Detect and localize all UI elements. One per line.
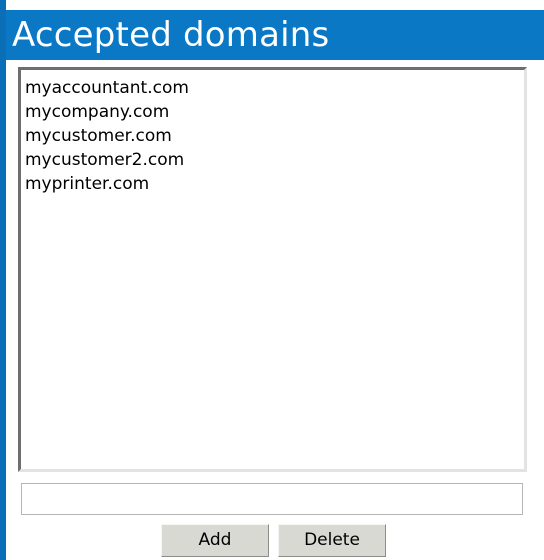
- new-domain-input[interactable]: [21, 483, 523, 515]
- panel-header: Accepted domains: [6, 10, 544, 60]
- accepted-domains-panel: Accepted domains myaccountant.com mycomp…: [0, 0, 544, 560]
- panel-title: Accepted domains: [12, 15, 330, 55]
- domain-list-item[interactable]: myaccountant.com: [25, 76, 524, 100]
- domain-listbox[interactable]: myaccountant.com mycompany.com mycustome…: [18, 67, 527, 472]
- left-edge-accent: [0, 0, 6, 560]
- domain-list-item[interactable]: mycompany.com: [25, 100, 524, 124]
- domain-list-item[interactable]: mycustomer2.com: [25, 148, 524, 172]
- delete-button[interactable]: Delete: [278, 524, 386, 557]
- domain-list-item[interactable]: mycustomer.com: [25, 124, 524, 148]
- add-button[interactable]: Add: [161, 524, 269, 557]
- domain-list-item[interactable]: myprinter.com: [25, 172, 524, 196]
